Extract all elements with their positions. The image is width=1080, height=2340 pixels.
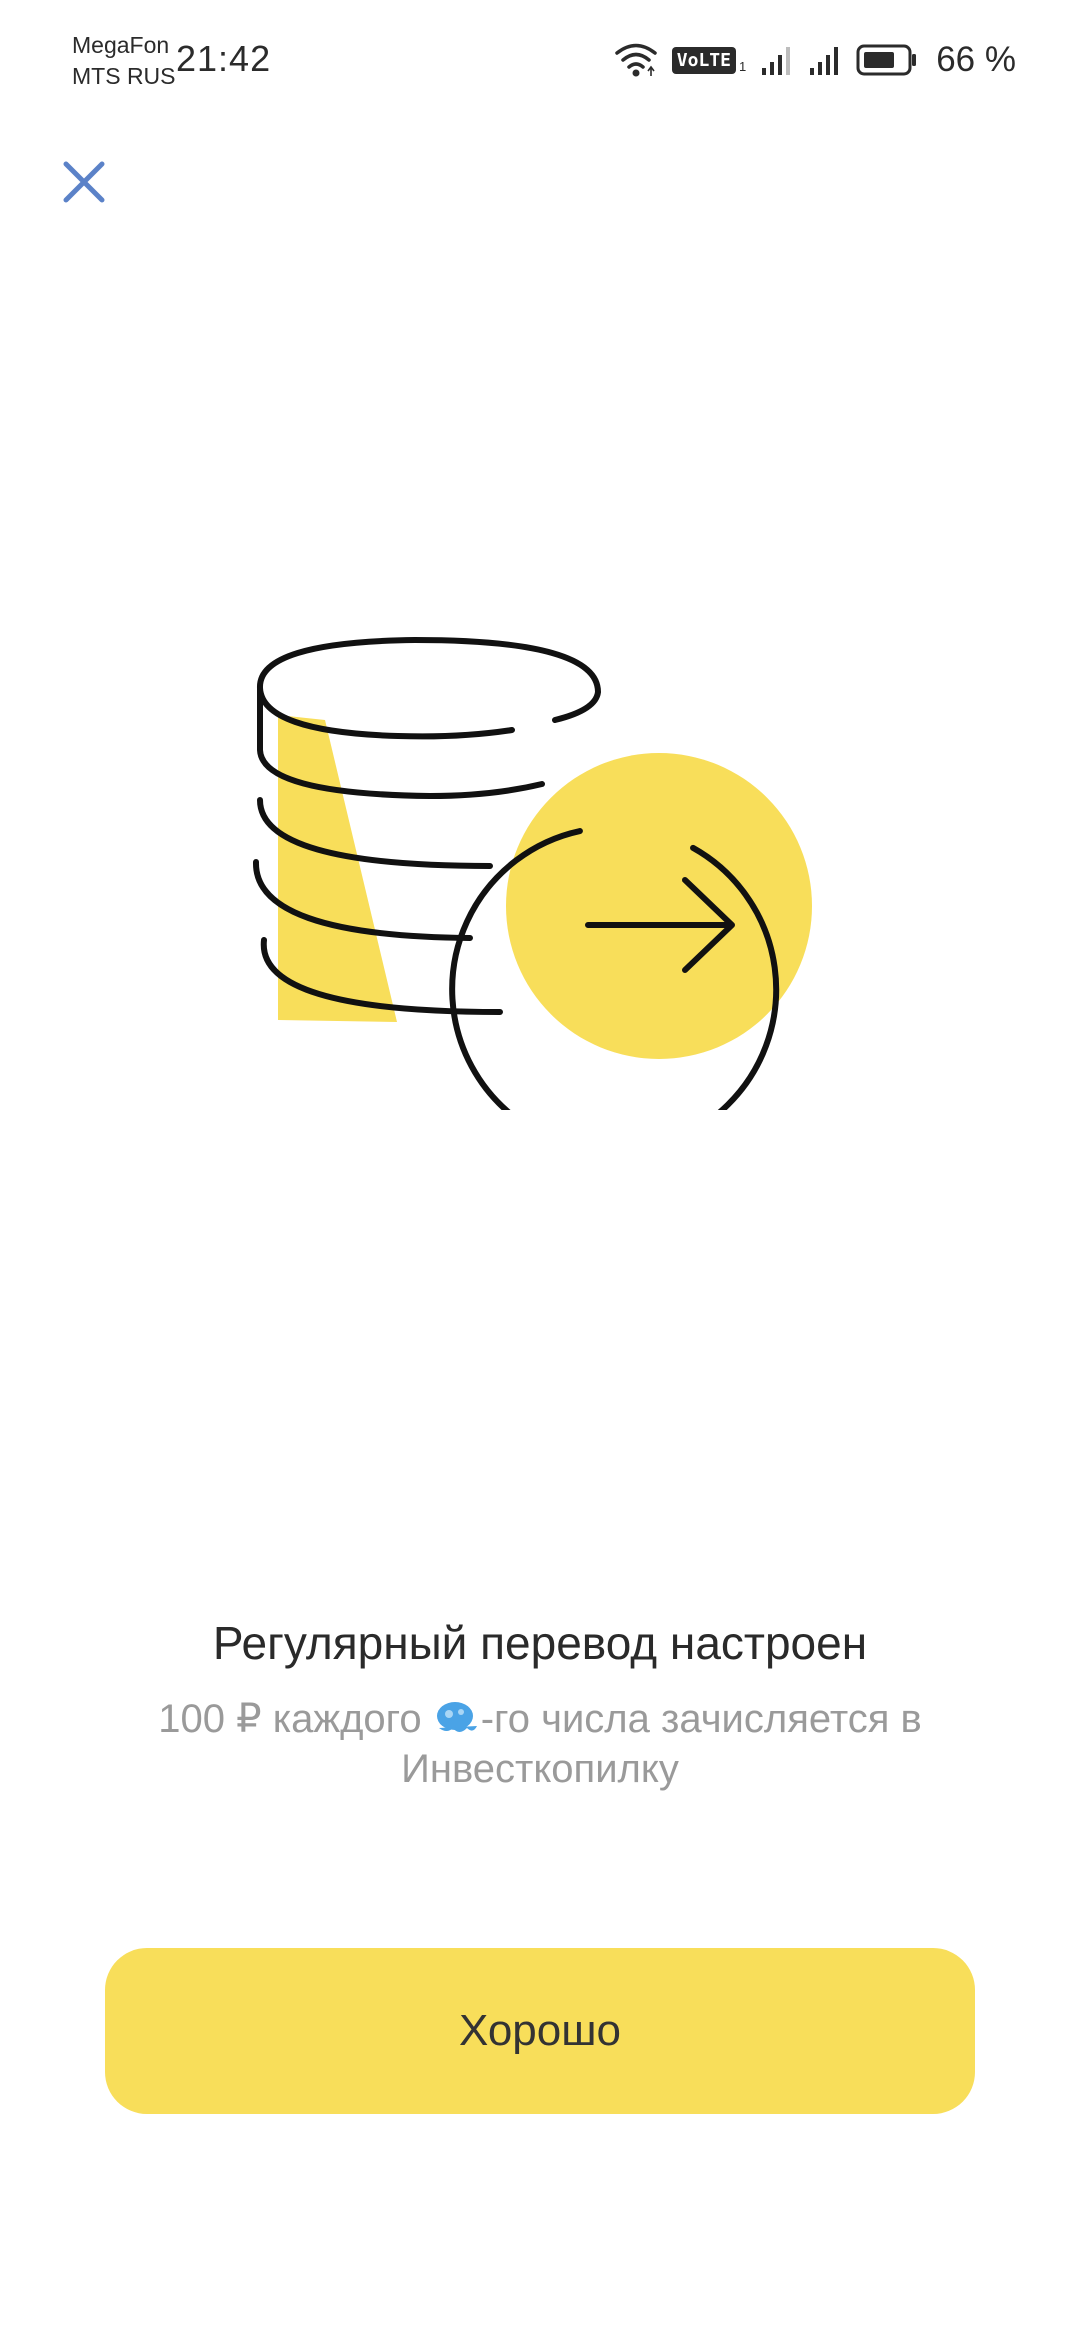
carrier-names: MegaFon MTS RUS — [72, 30, 176, 92]
carrier-1: MegaFon — [72, 32, 170, 58]
subtitle-prefix: 100 ₽ каждого — [158, 1697, 433, 1741]
status-bar: MegaFon MTS RUS 21:42 VoLTE 1 66 % — [0, 0, 1080, 120]
success-screen: MegaFon MTS RUS 21:42 VoLTE 1 66 % Регул… — [0, 0, 1080, 2340]
ok-button-label: Хорошо — [458, 2006, 622, 2055]
coins-transfer-illustration — [240, 610, 840, 1155]
battery-percent: 66 % — [936, 40, 1016, 79]
status-icons: VoLTE 1 66 % — [614, 36, 1016, 84]
volte-icon: VoLTE 1 — [671, 46, 746, 74]
carrier-2: MTS RUS — [72, 63, 176, 89]
close-icon — [63, 161, 105, 203]
coins-transfer-icon — [252, 636, 812, 1155]
signal-icon — [760, 44, 794, 76]
success-subtitle: 100 ₽ каждого -го числа зачисляется в Ин… — [120, 1694, 960, 1794]
volte-label: VoLTE — [671, 46, 736, 74]
wifi-icon — [614, 41, 658, 79]
signal-icon — [808, 44, 842, 76]
placeholder-emoji-icon — [433, 1698, 481, 1738]
clock: 21:42 — [176, 38, 272, 79]
close-button[interactable] — [52, 150, 116, 214]
battery-icon — [856, 44, 918, 76]
success-title: Регулярный перевод настроен — [212, 1617, 868, 1669]
ok-button[interactable]: Хорошо — [105, 1948, 975, 2114]
